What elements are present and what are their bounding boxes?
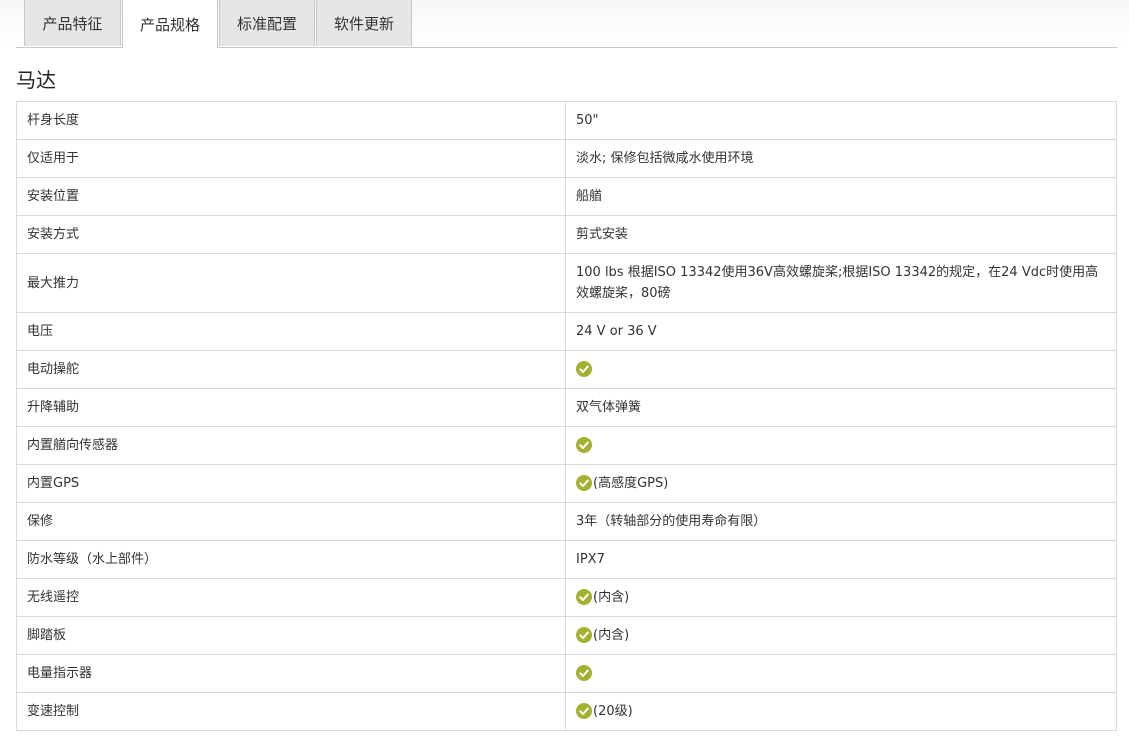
spec-value: 剪式安装: [576, 227, 629, 242]
spec-value-cell: (内含): [565, 616, 1117, 655]
spec-value-cell: 双气体弹簧: [565, 388, 1117, 427]
spec-label: 内置艏向传感器: [16, 426, 566, 465]
spec-value-cell: 3年（转轴部分的使用寿命有限）: [565, 502, 1117, 541]
spec-value-cell: [565, 426, 1117, 465]
spec-tabs: 产品特征 产品规格 标准配置 软件更新: [16, 0, 1117, 48]
spec-label: 升降辅助: [16, 388, 566, 427]
spec-value: (内含): [593, 628, 630, 643]
spec-label: 变速控制: [16, 692, 566, 731]
table-row: 无线遥控 (内含): [16, 578, 1117, 617]
table-row: 脚踏板 (内含): [16, 616, 1117, 655]
spec-label: 无线遥控: [16, 578, 566, 617]
checkmark-icon: [576, 664, 592, 681]
spec-value: 100 lbs 根据ISO 13342使用36V高效螺旋桨;根据ISO 1334…: [576, 265, 1099, 301]
table-row: 电动操舵: [16, 350, 1117, 389]
spec-label: 脚踏板: [16, 616, 566, 655]
spec-value-cell: (20级): [565, 692, 1117, 731]
tab-product-specs[interactable]: 产品规格: [122, 0, 218, 48]
checkmark-icon: [576, 702, 592, 719]
spec-value-cell: IPX7: [565, 540, 1117, 579]
spec-value: (高感度GPS): [593, 476, 669, 491]
checkmark-icon: [576, 626, 592, 643]
spec-value-cell: [565, 350, 1117, 389]
spec-table: 杆身长度 50" 仅适用于 淡水; 保修包括微咸水使用环境 安装位置 船艏 安装方式 剪式安装…: [16, 101, 1117, 731]
table-row: 安装位置 船艏: [16, 177, 1117, 216]
spec-label: 仅适用于: [16, 139, 566, 178]
table-row: 保修 3年（转轴部分的使用寿命有限）: [16, 502, 1117, 541]
spec-label: 电动操舵: [16, 350, 566, 389]
table-row: 内置艏向传感器: [16, 426, 1117, 465]
spec-label: 安装位置: [16, 177, 566, 216]
spec-value: 淡水; 保修包括微咸水使用环境: [576, 151, 754, 166]
spec-value-cell: (高感度GPS): [565, 464, 1117, 503]
tab-product-features[interactable]: 产品特征: [24, 0, 121, 46]
table-row: 变速控制 (20级): [16, 692, 1117, 731]
spec-value-cell: [565, 654, 1117, 693]
checkmark-icon: [576, 436, 592, 453]
spec-label: 保修: [16, 502, 566, 541]
checkmark-icon: [576, 474, 592, 491]
spec-value: 24 V or 36 V: [576, 324, 657, 339]
table-row: 仅适用于 淡水; 保修包括微咸水使用环境: [16, 139, 1117, 178]
spec-value: (20级): [593, 704, 633, 719]
table-row: 电量指示器: [16, 654, 1117, 693]
spec-label: 内置GPS: [16, 464, 566, 503]
table-row: 升降辅助 双气体弹簧: [16, 388, 1117, 427]
table-row: 杆身长度 50": [16, 101, 1117, 140]
table-row: 安装方式 剪式安装: [16, 215, 1117, 254]
spec-value: 3年（转轴部分的使用寿命有限）: [576, 514, 767, 529]
table-row: 防水等级（水上部件） IPX7: [16, 540, 1117, 579]
spec-value: 双气体弹簧: [576, 400, 642, 415]
spec-label: 防水等级（水上部件）: [16, 540, 566, 579]
spec-label: 杆身长度: [16, 101, 566, 140]
spec-value-cell: 100 lbs 根据ISO 13342使用36V高效螺旋桨;根据ISO 1334…: [565, 253, 1117, 313]
spec-value-cell: 船艏: [565, 177, 1117, 216]
spec-value-cell: 24 V or 36 V: [565, 312, 1117, 351]
spec-value-cell: 淡水; 保修包括微咸水使用环境: [565, 139, 1117, 178]
spec-label: 电量指示器: [16, 654, 566, 693]
spec-label: 电压: [16, 312, 566, 351]
spec-value: 50": [576, 113, 599, 128]
section-title: 马达: [16, 68, 56, 92]
table-row: 电压 24 V or 36 V: [16, 312, 1117, 351]
table-row: 内置GPS (高感度GPS): [16, 464, 1117, 503]
spec-value-cell: 剪式安装: [565, 215, 1117, 254]
spec-label: 最大推力: [16, 253, 566, 313]
table-row: 最大推力 100 lbs 根据ISO 13342使用36V高效螺旋桨;根据ISO …: [16, 253, 1117, 313]
spec-value: (内含): [593, 590, 630, 605]
spec-label: 安装方式: [16, 215, 566, 254]
checkmark-icon: [576, 360, 592, 377]
spec-value-cell: 50": [565, 101, 1117, 140]
spec-value: 船艏: [576, 189, 603, 204]
tab-software-updates[interactable]: 软件更新: [316, 0, 412, 46]
spec-value: IPX7: [576, 552, 605, 567]
tab-standard-config[interactable]: 标准配置: [219, 0, 315, 46]
spec-value-cell: (内含): [565, 578, 1117, 617]
checkmark-icon: [576, 588, 592, 605]
